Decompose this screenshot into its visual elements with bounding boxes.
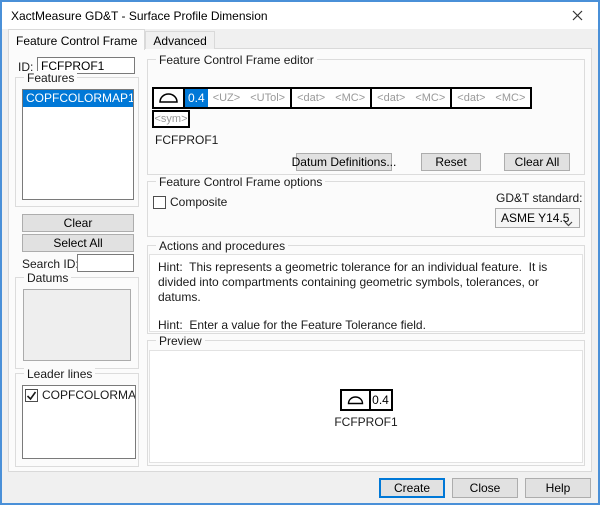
- fcf-options-group-label: Feature Control Frame options: [156, 175, 326, 189]
- fcf-tolerance-cell[interactable]: 0.4: [185, 89, 208, 107]
- datums-list: [23, 289, 131, 361]
- preview-group-label: Preview: [156, 334, 205, 348]
- fcf-mc-cell-2[interactable]: <MC>: [410, 92, 450, 104]
- fcf-frame-label: FCFPROF1: [155, 133, 219, 147]
- preview-tolerance-cell: 0.4: [368, 389, 393, 411]
- preview-fcf-frame: 0.4: [339, 389, 393, 411]
- fcf-dat-cell-3[interactable]: <dat>: [452, 92, 490, 104]
- fcf-datum-segment-3: <dat> <MC>: [450, 87, 533, 109]
- actions-hint-panel: Hint: This represents a geometric tolera…: [149, 254, 583, 332]
- datums-group-label: Datums: [24, 271, 72, 285]
- leader-line-label: COPFCOLORMAP1 1: [42, 388, 136, 402]
- fcf-sym-cell[interactable]: <sym>: [152, 110, 190, 128]
- fcf-tolerance-segment: 0.4 <UZ> <UTol>: [183, 87, 293, 109]
- fcf-symbol-cell[interactable]: [152, 87, 185, 109]
- fcf-utol-cell[interactable]: <UTol>: [245, 92, 290, 104]
- hint-text-1: Hint: This represents a geometric tolera…: [158, 260, 551, 304]
- fcf-editor-group-label: Feature Control Frame editor: [156, 53, 317, 67]
- fcf-mc-cell-1[interactable]: <MC>: [330, 92, 370, 104]
- features-list[interactable]: COPFCOLORMAP1 1: [22, 89, 134, 200]
- composite-checkbox[interactable]: [153, 195, 166, 209]
- composite-checkrow[interactable]: Composite: [153, 195, 227, 209]
- datum-definitions-button[interactable]: Datum Definitions...: [292, 153, 396, 171]
- leader-lines-group-label: Leader lines: [24, 367, 96, 381]
- tab-page: ID: Features COPFCOLORMAP1 1 Clear Selec…: [8, 48, 592, 472]
- tab-advanced[interactable]: Advanced: [145, 31, 215, 49]
- fcf-mc-cell-3[interactable]: <MC>: [490, 92, 530, 104]
- fcf-dat-cell-2[interactable]: <dat>: [372, 92, 410, 104]
- fcf-dat-cell-1[interactable]: <dat>: [292, 92, 330, 104]
- footer: Create Close Help: [2, 472, 598, 503]
- preview-frame-label: FCFPROF1: [334, 415, 398, 429]
- gdt-standard-label: GD&T standard:: [496, 191, 583, 205]
- gdt-standard-value: ASME Y14.5: [501, 211, 570, 225]
- surface-profile-icon: [347, 396, 363, 405]
- tabstrip: Feature Control Frame Advanced: [8, 29, 215, 50]
- features-list-item[interactable]: COPFCOLORMAP1 1: [23, 90, 133, 107]
- clear-button[interactable]: Clear: [22, 214, 134, 232]
- close-button-footer[interactable]: Close: [452, 477, 518, 498]
- chevron-down-icon: [564, 216, 573, 230]
- composite-label: Composite: [170, 195, 228, 209]
- help-button[interactable]: Help: [525, 477, 591, 498]
- hint-text-2: Hint: Enter a value for the Feature Tole…: [158, 318, 426, 332]
- fcf-editor-frame: 0.4 <UZ> <UTol> <dat> <MC> <dat> <MC> <d…: [152, 87, 533, 109]
- clear-all-button[interactable]: Clear All: [504, 153, 570, 171]
- close-button[interactable]: [556, 2, 598, 29]
- dialog-window: XactMeasure GD&T - Surface Profile Dimen…: [0, 0, 600, 505]
- leader-line-item[interactable]: COPFCOLORMAP1 1: [23, 386, 135, 402]
- actions-group-label: Actions and procedures: [156, 239, 289, 253]
- search-id-input[interactable]: [77, 254, 134, 272]
- gdt-standard-dropdown[interactable]: ASME Y14.5: [495, 208, 580, 228]
- check-icon: [26, 391, 37, 400]
- close-icon: [572, 10, 582, 21]
- preview-symbol-cell: [339, 389, 371, 411]
- fcf-datum-segment-1: <dat> <MC>: [290, 87, 373, 109]
- preview-panel: 0.4 FCFPROF1: [149, 350, 583, 463]
- surface-profile-icon: [159, 93, 178, 103]
- tab-feature-control-frame[interactable]: Feature Control Frame: [8, 29, 146, 50]
- window-title: XactMeasure GD&T - Surface Profile Dimen…: [11, 9, 268, 23]
- titlebar[interactable]: XactMeasure GD&T - Surface Profile Dimen…: [2, 2, 598, 29]
- reset-button[interactable]: Reset: [421, 153, 481, 171]
- fcf-uz-cell[interactable]: <UZ>: [208, 92, 246, 104]
- leader-lines-list[interactable]: COPFCOLORMAP1 1: [22, 385, 136, 459]
- features-group-label: Features: [24, 71, 78, 85]
- search-id-label: Search ID:: [22, 257, 79, 271]
- fcf-datum-segment-2: <dat> <MC>: [370, 87, 453, 109]
- leader-line-checkbox[interactable]: [25, 388, 38, 402]
- select-all-button[interactable]: Select All: [22, 234, 134, 252]
- create-button[interactable]: Create: [379, 477, 445, 498]
